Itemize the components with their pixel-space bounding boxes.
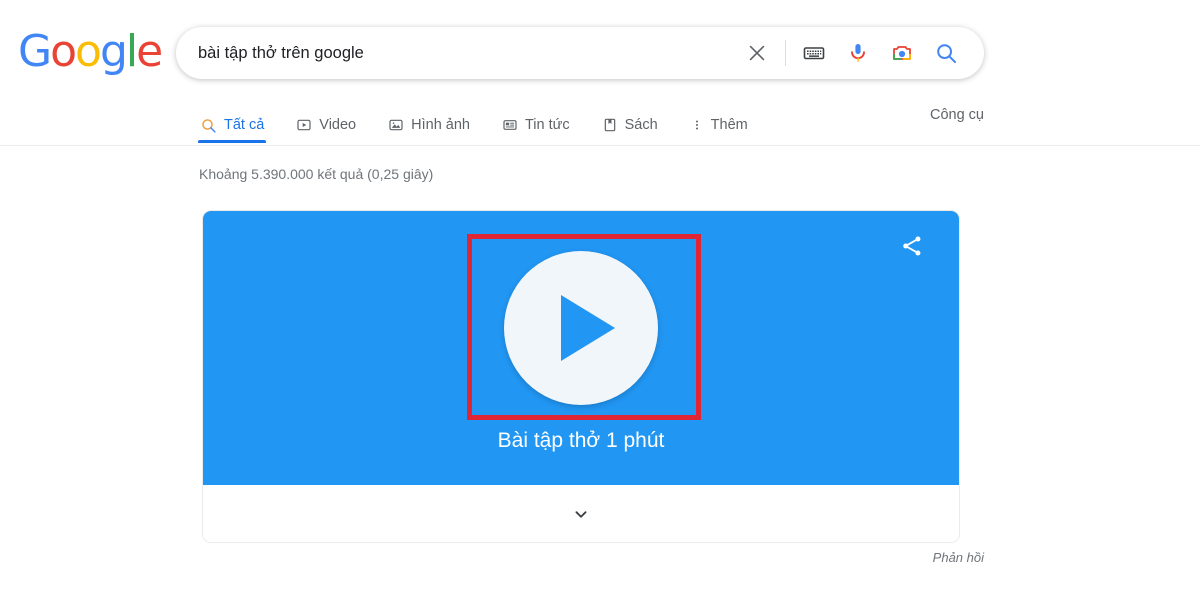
logo-letter-l: l: [125, 26, 138, 77]
play-button[interactable]: [504, 251, 658, 405]
tab-more[interactable]: Thêm: [688, 104, 750, 143]
book-icon: [604, 118, 615, 132]
play-icon: [561, 295, 615, 361]
breathing-video-panel: Bài tập thở 1 phút: [203, 211, 959, 485]
logo-letter-o2: o: [75, 26, 102, 77]
active-tab-underline: [198, 140, 267, 143]
voice-search-button[interactable]: [836, 31, 880, 75]
tab-images-label: Hình ảnh: [411, 116, 470, 133]
search-tabs-bar: Tất cả Video Hình ảnh Tin tức Sách Thêm …: [0, 104, 1200, 146]
tab-all[interactable]: Tất cả: [198, 104, 267, 143]
google-logo[interactable]: Google: [18, 30, 163, 74]
breathing-exercise-card: Bài tập thở 1 phút: [202, 210, 960, 543]
play-button-wrapper: [203, 251, 959, 405]
feedback-link[interactable]: Phản hồi: [933, 550, 984, 565]
tab-video-label: Video: [319, 116, 357, 133]
tab-books-label: Sách: [624, 116, 658, 133]
google-lens-camera-icon: [893, 46, 911, 60]
search-bar-divider: [785, 40, 786, 66]
result-stats: Khoảng 5.390.000 kết quả (0,25 giây): [199, 166, 434, 182]
close-icon: [749, 45, 765, 61]
search-tabs: Tất cả Video Hình ảnh Tin tức Sách Thêm: [198, 104, 750, 143]
logo-letter-e: e: [136, 26, 163, 77]
search-bar[interactable]: [176, 27, 984, 79]
search-icon: [202, 118, 216, 133]
search-submit-button[interactable]: [924, 31, 968, 75]
breathing-caption: Bài tập thở 1 phút: [497, 429, 665, 452]
news-icon: [503, 120, 517, 130]
logo-letter-g1: G: [18, 26, 52, 77]
search-bar-actions: [735, 31, 968, 75]
tab-more-label: Thêm: [710, 116, 748, 133]
search-icon: [937, 44, 956, 63]
tab-news[interactable]: Tin tức: [500, 104, 572, 143]
keyboard-button[interactable]: [792, 31, 836, 75]
lens-search-button[interactable]: [880, 31, 924, 75]
page-header: Google: [0, 0, 1200, 105]
image-icon: [389, 119, 403, 131]
header-divider: [0, 145, 1200, 146]
more-vertical-icon: [695, 120, 698, 130]
chevron-down-icon: [575, 511, 587, 518]
tab-video[interactable]: Video: [294, 104, 358, 143]
search-input[interactable]: [198, 43, 735, 63]
video-play-icon: [297, 119, 311, 131]
tab-all-label: Tất cả: [224, 116, 265, 133]
expand-card-button[interactable]: [203, 485, 959, 542]
tools-button[interactable]: Công cụ: [930, 107, 984, 123]
tab-books[interactable]: Sách: [600, 104, 660, 143]
microphone-icon: [851, 44, 865, 62]
keyboard-icon: [803, 47, 825, 60]
logo-letter-o1: o: [50, 26, 77, 77]
clear-search-button[interactable]: [735, 31, 779, 75]
logo-letter-g2: g: [99, 26, 128, 77]
tab-news-label: Tin tức: [524, 116, 570, 133]
tab-images[interactable]: Hình ảnh: [386, 104, 472, 143]
